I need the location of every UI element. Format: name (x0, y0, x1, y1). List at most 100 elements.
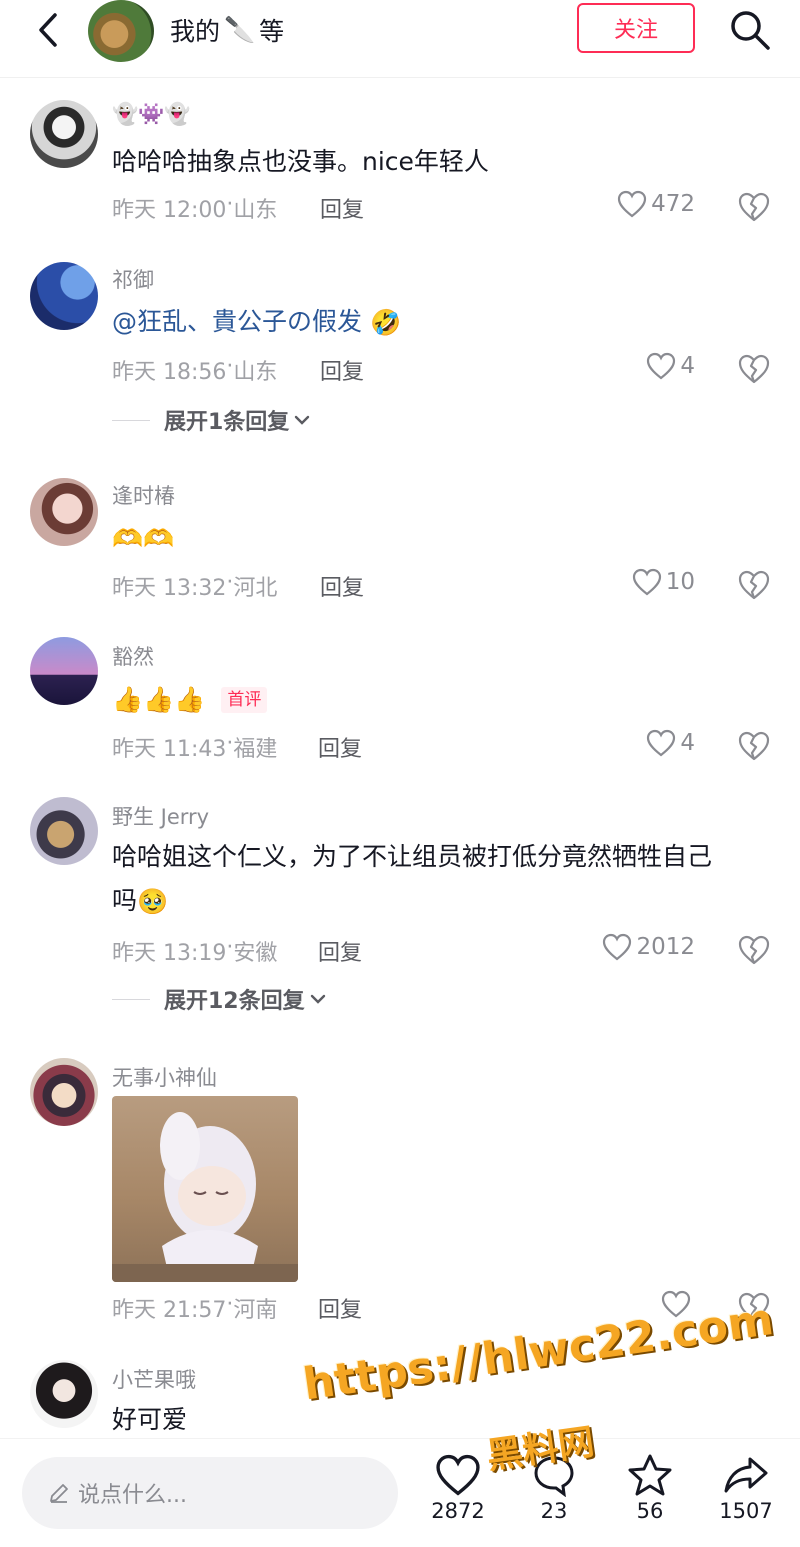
avatar[interactable] (30, 478, 98, 546)
reply-button[interactable]: 回复 (320, 192, 364, 224)
reply-button[interactable]: 回复 (320, 570, 364, 602)
reply-button[interactable]: 回复 (318, 1292, 362, 1324)
heart-icon (647, 729, 676, 757)
back-button[interactable] (30, 8, 66, 52)
comment-username[interactable]: 逢时椿 (112, 480, 175, 510)
broken-heart-icon[interactable] (738, 353, 770, 385)
heart-icon (603, 933, 632, 961)
watermark-url: https://hlwc22.com (300, 1294, 777, 1411)
avatar[interactable] (30, 797, 98, 865)
reply-button[interactable]: 回复 (318, 731, 362, 763)
comment-time: 昨天 21:57 (112, 1298, 227, 1323)
watermark: https://hlwc22.com 黑料网 (300, 1294, 777, 1490)
comment-time: 昨天 13:32 (112, 576, 227, 601)
emoji: 🤣 (369, 308, 402, 337)
comment-time: 昨天 18:56 (112, 360, 227, 385)
author-name-suffix: 等 (259, 17, 285, 46)
comment-location: 山东 (233, 198, 278, 223)
like-button[interactable]: 4 (646, 729, 695, 757)
meta-separator: · (226, 354, 234, 379)
comment-input-placeholder: 说点什么... (78, 1483, 187, 1508)
comment-username[interactable]: 豁然 (112, 641, 154, 671)
favorite-count: 56 (636, 1499, 664, 1523)
watermark-name: 黑料网 (484, 1421, 597, 1478)
like-count: 4 (680, 353, 695, 379)
comment-location: 福建 (233, 737, 278, 762)
reply-button[interactable]: 回复 (320, 354, 364, 386)
avatar[interactable] (30, 1360, 98, 1428)
comment-text: 👍👍👍 首评 (112, 677, 772, 722)
comment-username[interactable]: 👻👾👻 (112, 102, 190, 127)
cartoon-character-image (112, 1112, 298, 1282)
heart-icon (647, 352, 676, 380)
like-count: 2012 (636, 934, 695, 960)
search-button[interactable] (728, 8, 772, 52)
expand-replies-label: 展开1条回复 (164, 410, 290, 435)
meta-separator: · (226, 1292, 234, 1317)
search-icon (731, 11, 770, 50)
comment-meta: 昨天 11:43 · 福建 (112, 731, 277, 763)
author-name-prefix: 我的 (170, 17, 221, 46)
comment-meta: 昨天 18:56 · 山东 (112, 354, 277, 386)
expand-replies-button[interactable]: 展开12条回复 (112, 983, 327, 1015)
meta-separator: · (226, 570, 234, 595)
meta-separator: · (226, 731, 234, 756)
divider (112, 419, 150, 421)
avatar[interactable] (30, 262, 98, 330)
emoji: 🥹 (137, 887, 169, 916)
author-avatar[interactable] (88, 0, 154, 62)
like-button[interactable]: 10 (632, 568, 695, 596)
comment-count: 23 (540, 1499, 568, 1523)
comment-text-tail: 吗 (112, 886, 138, 915)
avatar[interactable] (30, 1058, 98, 1126)
like-button[interactable]: 2012 (602, 933, 695, 961)
expand-replies-button[interactable]: 展开1条回复 (112, 404, 311, 436)
comment-time: 昨天 12:00 (112, 198, 227, 223)
divider (112, 998, 150, 1000)
comment-username[interactable]: 小芒果哦 (112, 1364, 196, 1394)
comment-text-line: 哈哈姐这个仁义，为了不让组员被打低分竟然牺牲自己 (112, 842, 713, 871)
share-count: 1507 (719, 1499, 773, 1523)
sticker-image[interactable] (112, 1096, 298, 1282)
comment-location: 河南 (233, 1298, 278, 1323)
top-bar: 我的 🔪 等 关注 (0, 0, 800, 78)
broken-heart-icon[interactable] (738, 191, 770, 223)
meta-separator: · (226, 192, 234, 217)
knife-emoji: 🔪 (224, 15, 256, 44)
comment-username[interactable]: 无事小神仙 (112, 1062, 217, 1092)
avatar[interactable] (30, 100, 98, 168)
follow-button[interactable]: 关注 (577, 3, 695, 53)
heart-icon (632, 568, 661, 596)
expand-replies-label: 展开12条回复 (164, 989, 305, 1014)
pencil-icon (50, 1484, 68, 1503)
comment-text: 🫶🫶 (112, 516, 772, 561)
comment-location: 山东 (233, 360, 278, 385)
like-count: 472 (651, 191, 695, 217)
comment-meta: 昨天 13:19 · 安徽 (112, 935, 277, 967)
broken-heart-icon[interactable] (738, 934, 770, 966)
reply-button[interactable]: 回复 (318, 935, 362, 967)
author-name[interactable]: 我的 🔪 等 (170, 12, 284, 48)
comment-username[interactable]: 野生 Jerry (112, 801, 209, 831)
like-count: 10 (665, 569, 695, 595)
comment-text: @狂乱、貴公子の假发 🤣 (112, 300, 772, 345)
emoji: 🫶🫶 (112, 524, 175, 553)
comment-username[interactable]: 祁御 (112, 264, 154, 294)
avatar[interactable] (30, 637, 98, 705)
comment-text: 哈哈哈抽象点也没事。nice年轻人 (112, 147, 489, 176)
chevron-left-icon (39, 13, 57, 47)
comment-location: 安徽 (233, 941, 278, 966)
comment-time: 昨天 13:19 (112, 941, 227, 966)
comment-text: 哈哈姐这个仁义，为了不让组员被打低分竟然牺牲自己 吗🥹 (112, 835, 772, 924)
broken-heart-icon[interactable] (738, 730, 770, 762)
comment-time: 昨天 11:43 (112, 737, 227, 762)
like-button[interactable]: 472 (617, 190, 695, 218)
mention-link[interactable]: @狂乱、貴公子の假发 (112, 307, 362, 336)
emoji: 👍👍👍 (112, 685, 206, 714)
chevron-down-icon (310, 994, 325, 1004)
heart-icon (617, 190, 647, 218)
like-video-count: 2872 (431, 1499, 485, 1523)
comment-meta: 昨天 12:00 · 山东 (112, 192, 277, 224)
like-button[interactable]: 4 (646, 352, 695, 380)
broken-heart-icon[interactable] (738, 569, 770, 601)
